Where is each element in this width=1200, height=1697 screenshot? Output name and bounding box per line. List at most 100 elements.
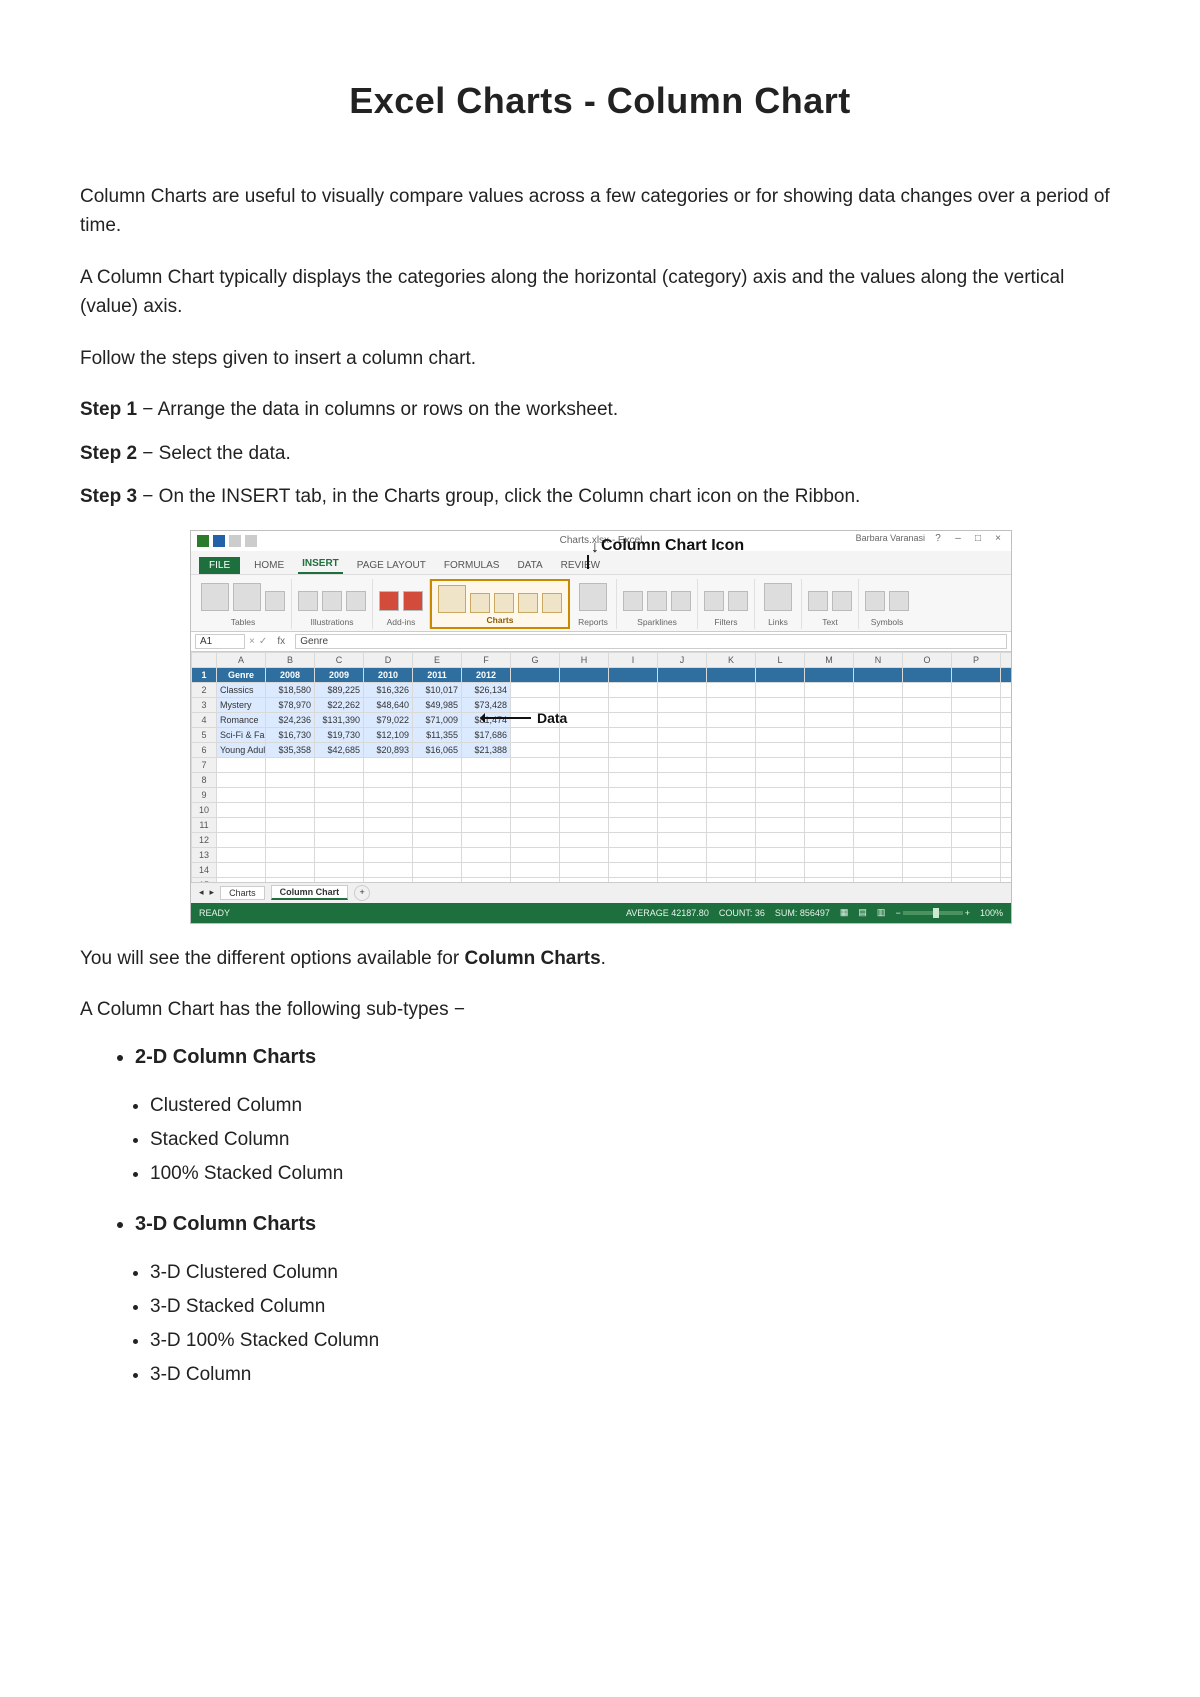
cell[interactable]: $19,730 <box>315 727 364 742</box>
row-header[interactable]: 7 <box>192 757 217 772</box>
sheet-nav-next-icon[interactable]: ▸ <box>210 887 215 898</box>
cell[interactable] <box>903 802 952 817</box>
cell[interactable] <box>658 712 707 727</box>
tab-formulas[interactable]: FORMULAS <box>440 557 504 574</box>
cell[interactable] <box>707 877 756 882</box>
cell[interactable]: $49,985 <box>413 697 462 712</box>
pictures-icon[interactable] <box>298 591 318 611</box>
cell[interactable]: $22,262 <box>315 697 364 712</box>
cell[interactable] <box>952 757 1001 772</box>
cell[interactable] <box>658 832 707 847</box>
cell[interactable] <box>413 832 462 847</box>
cell[interactable] <box>560 817 609 832</box>
cell[interactable] <box>364 862 413 877</box>
cell[interactable] <box>364 772 413 787</box>
cell[interactable] <box>756 757 805 772</box>
cell[interactable] <box>756 847 805 862</box>
cell[interactable]: $17,686 <box>462 727 511 742</box>
cell[interactable] <box>609 697 658 712</box>
cell[interactable] <box>952 832 1001 847</box>
cell[interactable] <box>560 847 609 862</box>
cell[interactable] <box>315 787 364 802</box>
cell[interactable] <box>511 817 560 832</box>
row-header[interactable]: 6 <box>192 742 217 757</box>
table-icon[interactable] <box>265 591 285 611</box>
cell[interactable]: $71,009 <box>413 712 462 727</box>
cell[interactable] <box>707 862 756 877</box>
cell[interactable] <box>707 787 756 802</box>
cell[interactable] <box>903 817 952 832</box>
column-header[interactable]: D <box>364 652 413 667</box>
cell[interactable] <box>756 817 805 832</box>
cell[interactable] <box>805 757 854 772</box>
pivottable-icon[interactable] <box>201 583 229 611</box>
view-break-icon[interactable]: ▥ <box>877 907 886 918</box>
cell[interactable] <box>805 817 854 832</box>
cell[interactable] <box>511 787 560 802</box>
cell[interactable] <box>805 832 854 847</box>
cell[interactable] <box>952 667 1001 682</box>
cell[interactable]: $24,236 <box>266 712 315 727</box>
cell[interactable] <box>511 757 560 772</box>
cell[interactable] <box>707 832 756 847</box>
cell[interactable]: Romance <box>217 712 266 727</box>
cell[interactable] <box>1001 877 1012 882</box>
cell[interactable] <box>462 847 511 862</box>
cell[interactable] <box>609 817 658 832</box>
cell[interactable] <box>511 682 560 697</box>
cell[interactable] <box>315 847 364 862</box>
cell[interactable] <box>658 757 707 772</box>
cell[interactable] <box>854 772 903 787</box>
slicer-icon[interactable] <box>704 591 724 611</box>
cell[interactable] <box>854 667 903 682</box>
cell[interactable] <box>560 877 609 882</box>
column-header[interactable]: I <box>609 652 658 667</box>
cell[interactable] <box>364 757 413 772</box>
cell[interactable] <box>952 877 1001 882</box>
cell[interactable] <box>609 772 658 787</box>
select-all-cell[interactable] <box>192 652 217 667</box>
cell[interactable] <box>903 697 952 712</box>
new-sheet-icon[interactable]: + <box>354 885 370 901</box>
cell[interactable]: Mystery <box>217 697 266 712</box>
column-header[interactable]: M <box>805 652 854 667</box>
cell[interactable] <box>854 787 903 802</box>
cell[interactable] <box>756 862 805 877</box>
symbol-icon[interactable] <box>889 591 909 611</box>
cell[interactable] <box>952 817 1001 832</box>
cell[interactable] <box>609 862 658 877</box>
cell[interactable] <box>903 757 952 772</box>
cell[interactable] <box>217 862 266 877</box>
cell[interactable]: $16,065 <box>413 742 462 757</box>
tab-page-layout[interactable]: PAGE LAYOUT <box>353 557 430 574</box>
row-header[interactable]: 15 <box>192 877 217 882</box>
cell[interactable] <box>609 712 658 727</box>
cell[interactable] <box>756 742 805 757</box>
tab-data[interactable]: DATA <box>513 557 546 574</box>
cell[interactable] <box>511 802 560 817</box>
row-header[interactable]: 2 <box>192 682 217 697</box>
cell[interactable] <box>266 787 315 802</box>
cell[interactable] <box>609 742 658 757</box>
cell[interactable] <box>364 847 413 862</box>
cell[interactable] <box>511 727 560 742</box>
cell[interactable] <box>560 667 609 682</box>
column-header[interactable]: O <box>903 652 952 667</box>
cell[interactable]: 2010 <box>364 667 413 682</box>
cell[interactable] <box>658 697 707 712</box>
cell[interactable] <box>756 727 805 742</box>
cell[interactable] <box>560 787 609 802</box>
cell[interactable] <box>903 682 952 697</box>
cell[interactable]: 2009 <box>315 667 364 682</box>
cell[interactable] <box>511 742 560 757</box>
cell[interactable]: $16,326 <box>364 682 413 697</box>
cell[interactable]: Genre <box>217 667 266 682</box>
cell[interactable] <box>805 727 854 742</box>
cell[interactable] <box>609 757 658 772</box>
row-header[interactable]: 5 <box>192 727 217 742</box>
cell[interactable] <box>1001 787 1012 802</box>
cell[interactable] <box>854 742 903 757</box>
cell[interactable] <box>903 847 952 862</box>
cell[interactable] <box>364 787 413 802</box>
cell[interactable] <box>1001 862 1012 877</box>
